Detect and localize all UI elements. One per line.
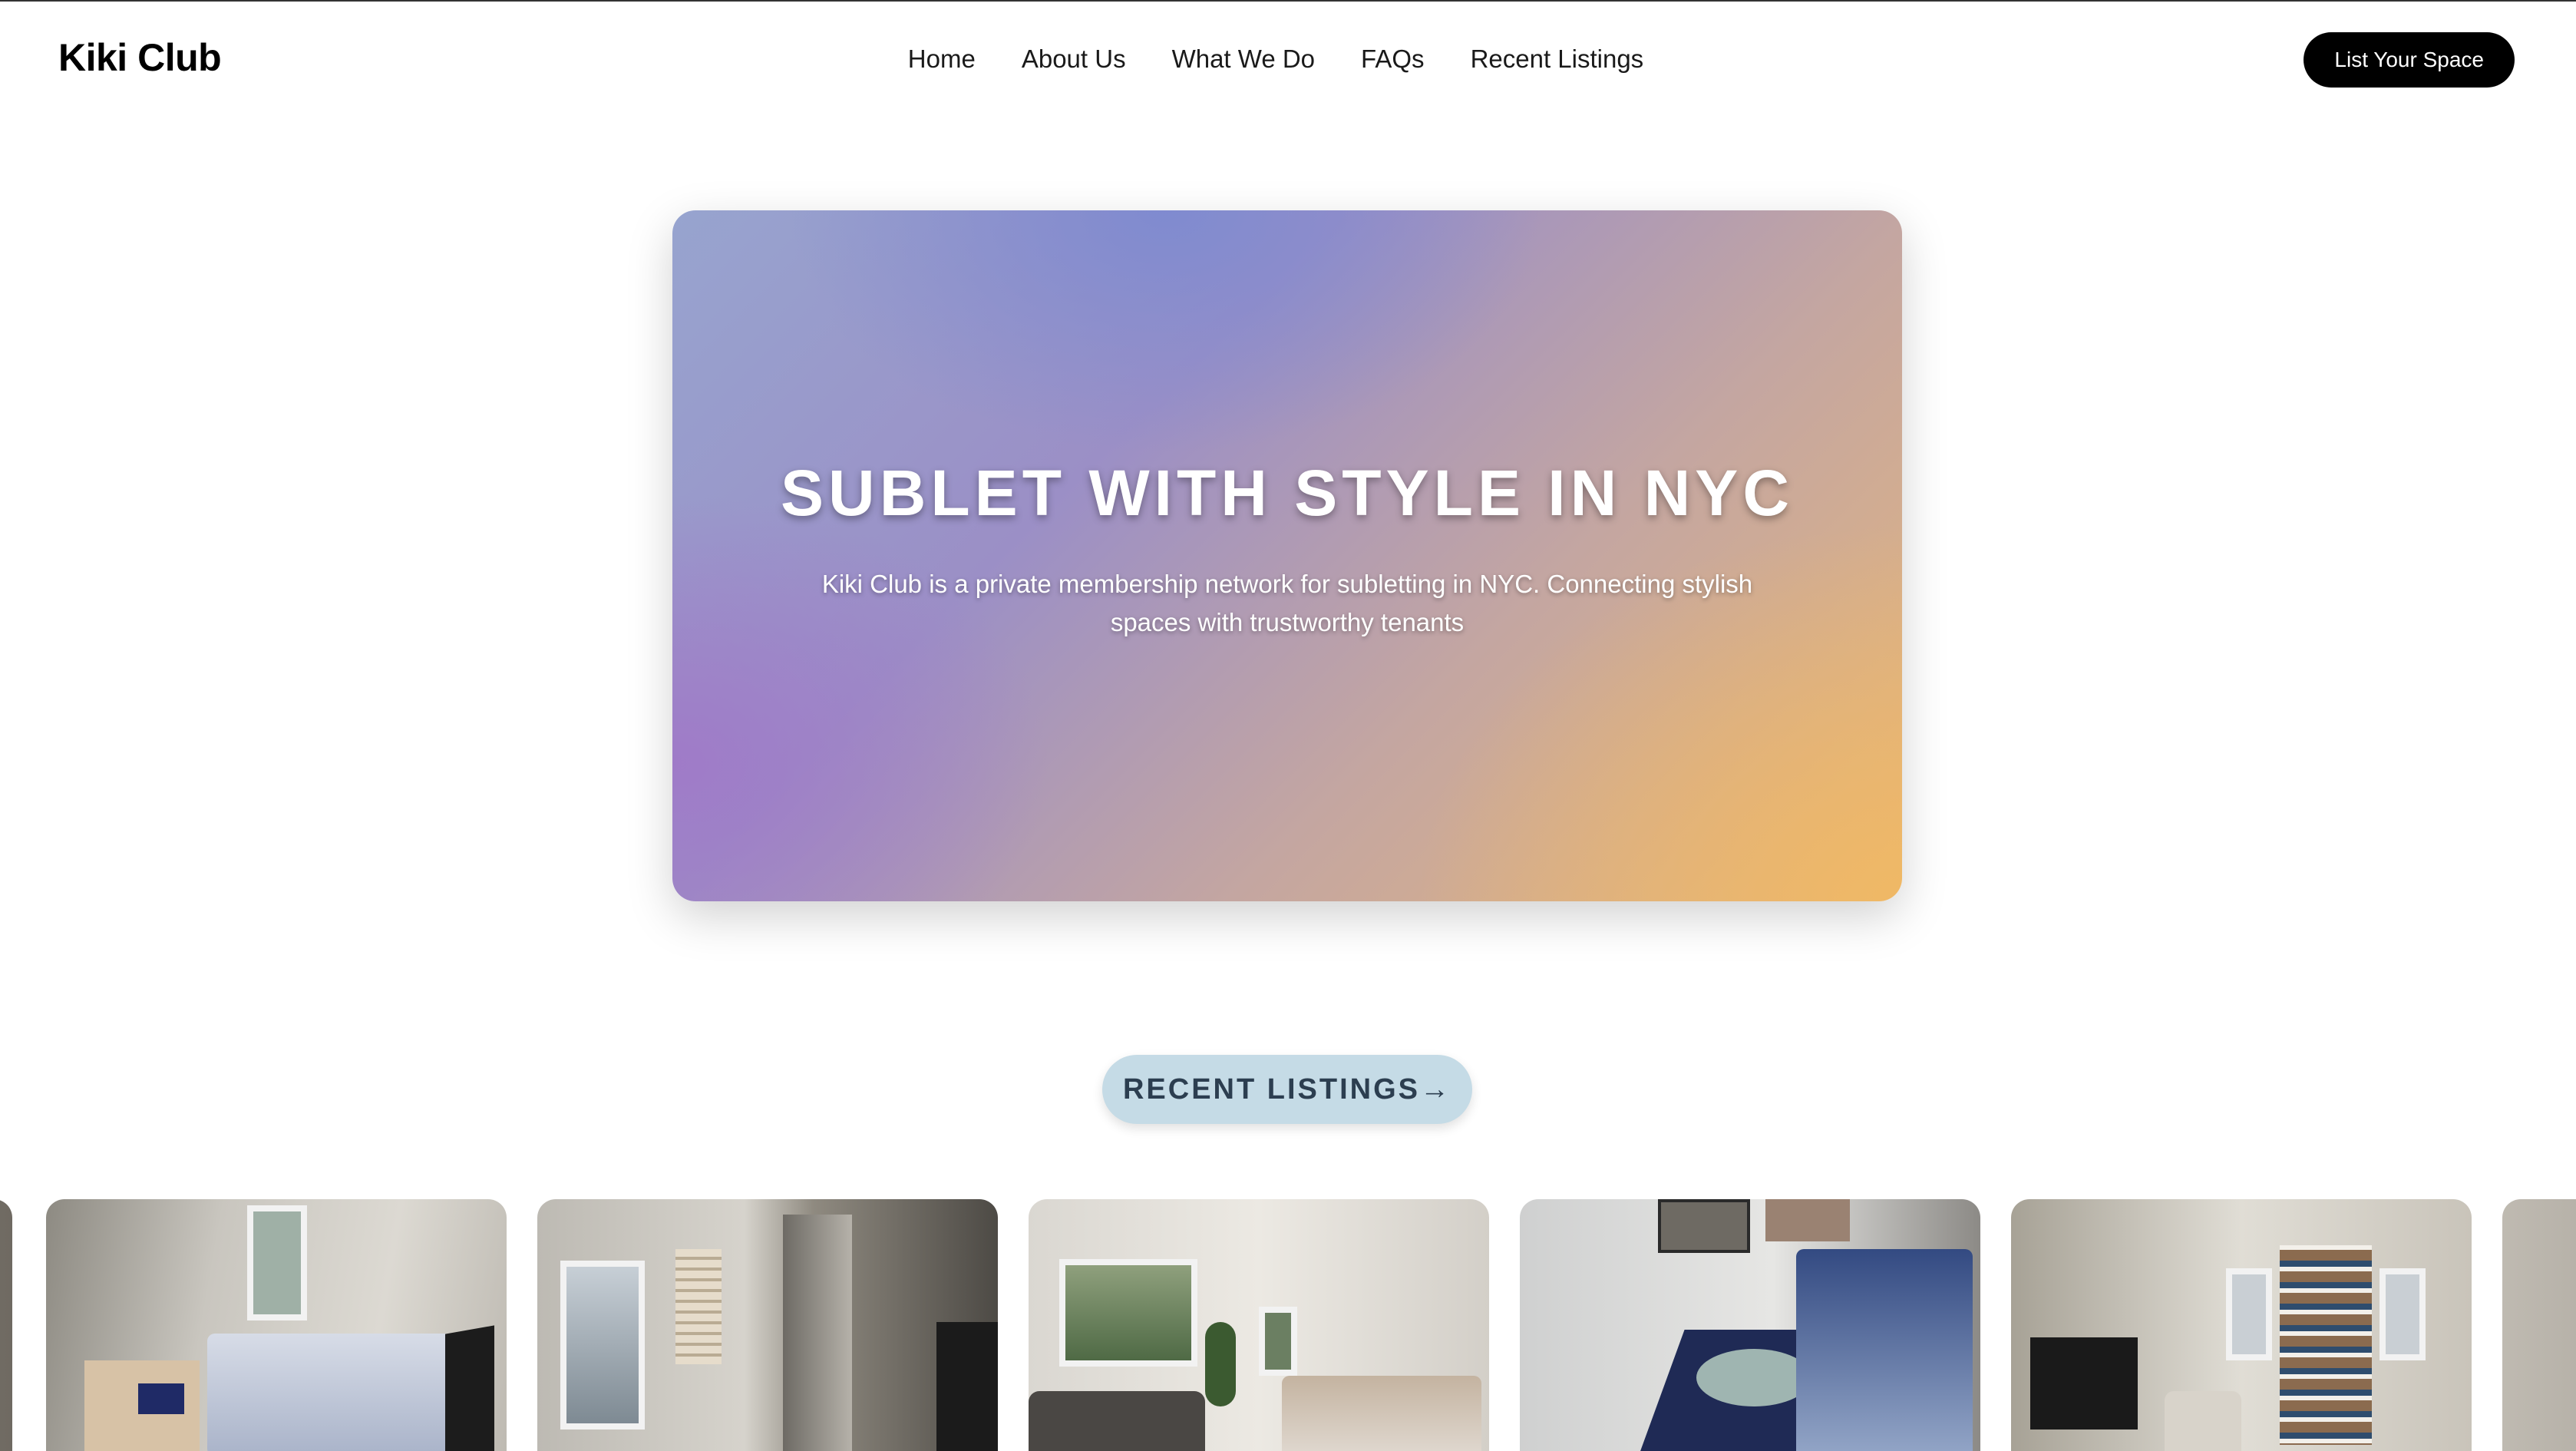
- listing-card-5[interactable]: [2011, 1199, 2472, 1451]
- window: [560, 1261, 645, 1430]
- listing-card-partial-left[interactable]: [0, 1199, 12, 1451]
- window: [247, 1205, 307, 1320]
- wall-hanging: [675, 1249, 722, 1364]
- mirror: [445, 1325, 494, 1451]
- wall-art: [1765, 1199, 1850, 1241]
- list-your-space-button[interactable]: List Your Space: [2304, 32, 2515, 88]
- listings-carousel: [0, 1199, 2576, 1451]
- main-nav: Home About Us What We Do FAQs Recent Lis…: [0, 45, 2576, 74]
- hero-subtitle: Kiki Club is a private membership networ…: [821, 570, 1753, 636]
- bed: [1796, 1249, 1973, 1451]
- listing-card-partial-right[interactable]: [2502, 1199, 2576, 1451]
- hero-banner: SUBLET WITH STYLE IN NYC Kiki Club is a …: [672, 210, 1902, 901]
- rug-circle: [1696, 1349, 1811, 1406]
- plant: [1205, 1322, 1236, 1406]
- nav-recent-listings[interactable]: Recent Listings: [1471, 45, 1644, 74]
- site-header: Kiki Club Home About Us What We Do FAQs …: [0, 2, 2576, 117]
- mirror-door: [783, 1215, 852, 1451]
- nav-about-us[interactable]: About Us: [1022, 45, 1126, 74]
- nav-what-we-do[interactable]: What We Do: [1172, 45, 1315, 74]
- listing-card-1[interactable]: [46, 1199, 507, 1451]
- armchair: [2165, 1391, 2241, 1451]
- tv: [2030, 1337, 2138, 1430]
- window: [2226, 1268, 2272, 1360]
- listing-card-3[interactable]: [1029, 1199, 1489, 1451]
- bed: [207, 1334, 453, 1451]
- bookshelf: [2280, 1245, 2372, 1445]
- desk-item: [138, 1383, 184, 1414]
- nav-home[interactable]: Home: [908, 45, 976, 74]
- wall-art: [1658, 1199, 1750, 1253]
- recent-listings-button[interactable]: RECENT LISTINGS→: [1102, 1055, 1472, 1124]
- listing-card-4[interactable]: [1520, 1199, 1980, 1451]
- dresser: [936, 1322, 998, 1451]
- sofa: [1029, 1391, 1205, 1451]
- window-small: [1259, 1307, 1297, 1376]
- nav-faqs[interactable]: FAQs: [1361, 45, 1425, 74]
- listing-photo: [2502, 1199, 2576, 1451]
- hero-title: SUBLET WITH STYLE IN NYC: [781, 457, 1794, 529]
- listing-card-2[interactable]: [537, 1199, 998, 1451]
- window: [1059, 1259, 1197, 1367]
- daybed: [1282, 1376, 1481, 1451]
- window: [2379, 1268, 2426, 1360]
- listing-photo: [0, 1199, 12, 1451]
